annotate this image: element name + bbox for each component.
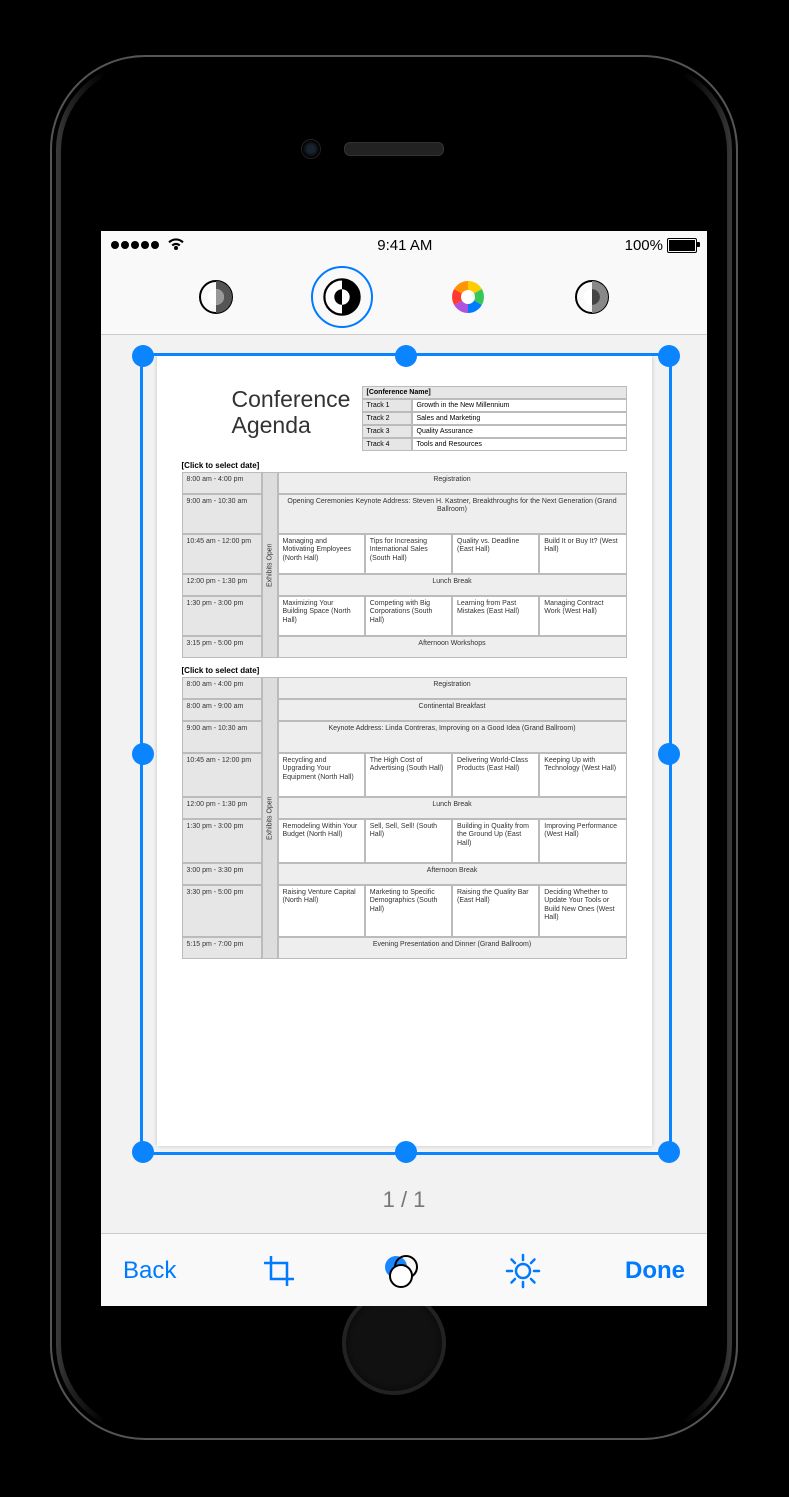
schedule-cell: Managing and Motivating Employees (North… [278,534,365,574]
schedule-cell: Learning from Past Mistakes (East Hall) [452,596,539,636]
home-button[interactable] [342,1291,446,1395]
track-key: Track 2 [362,412,412,425]
done-button[interactable]: Done [625,1257,685,1285]
schedule-cell: Evening Presentation and Dinner (Grand B… [278,937,627,959]
schedule-cell: Raising the Quality Bar (East Hall) [452,885,539,937]
time-cell: 12:00 pm - 1:30 pm [182,574,262,596]
schedule-cell: Maximizing Your Building Space (North Ha… [278,596,365,636]
scan-preview: Conference Agenda [Conference Name] Trac… [101,335,707,1167]
time-cell: 3:15 pm - 5:00 pm [182,636,262,658]
schedule-cell: Lunch Break [278,797,627,819]
schedule-cell: Afternoon Break [278,863,627,885]
schedule-cell: Lunch Break [278,574,627,596]
time-cell: 8:00 am - 9:00 am [182,699,262,721]
filter-grayscale-button[interactable] [187,268,245,326]
schedule-cell: Recycling and Upgrading Your Equipment (… [278,753,365,797]
tracks-table: [Conference Name] Track 1Growth in the N… [362,386,627,451]
status-bar: 9:41 AM 100% [101,231,707,259]
track-key: Track 3 [362,425,412,438]
day2-side: Exhibits Open [262,677,278,959]
day2-label: [Click to select date] [182,666,627,675]
schedule-cell: The High Cost of Advertising (South Hall… [365,753,452,797]
time-cell: 3:30 pm - 5:00 pm [182,885,262,937]
crop-handle-top-left[interactable] [132,345,154,367]
time-cell: 3:00 pm - 3:30 pm [182,863,262,885]
day1-side: Exhibits Open [262,472,278,658]
schedule-cell: Managing Contract Work (West Hall) [539,596,626,636]
wifi-icon [167,238,185,252]
scanned-document: Conference Agenda [Conference Name] Trac… [157,356,652,1146]
schedule-cell: Keeping Up with Technology (West Hall) [539,753,626,797]
phone-frame: 9:41 AM 100% [50,55,738,1440]
phone-speaker [344,142,444,156]
screen: 9:41 AM 100% [101,231,707,1306]
crop-handle-mid-left[interactable] [132,743,154,765]
schedule-cell: Keynote Address: Linda Contreras, Improv… [278,721,627,753]
schedule-cell: Registration [278,472,627,494]
day1-schedule: 8:00 am - 4:00 pm9:00 am - 10:30 am10:45… [182,472,627,658]
time-cell: 10:45 am - 12:00 pm [182,534,262,574]
color-filter-icon[interactable] [381,1251,421,1291]
time-cell: 8:00 am - 4:00 pm [182,472,262,494]
phone-camera [301,139,321,159]
track-key: Track 1 [362,399,412,412]
bottom-toolbar: Back Done [101,1233,707,1306]
schedule-cell: Build It or Buy It? (West Hall) [539,534,626,574]
schedule-cell: Opening Ceremonies Keynote Address: Stev… [278,494,627,534]
track-val: Tools and Resources [412,438,627,451]
crop-handle-top-right[interactable] [658,345,680,367]
schedule-cell: Raising Venture Capital (North Hall) [278,885,365,937]
track-val: Quality Assurance [412,425,627,438]
tracks-header: [Conference Name] [362,386,627,399]
schedule-cell: Improving Performance (West Hall) [539,819,626,863]
schedule-cell: Continental Breakfast [278,699,627,721]
filter-blackwhite-button[interactable] [311,266,373,328]
battery-percent: 100% [625,237,663,254]
crop-handle-bottom-right[interactable] [658,1141,680,1163]
doc-title: Conference Agenda [232,386,352,451]
time-cell: 12:00 pm - 1:30 pm [182,797,262,819]
schedule-cell: Delivering World-Class Products (East Ha… [452,753,539,797]
time-cell: 1:30 pm - 3:00 pm [182,819,262,863]
filter-photo-button[interactable] [563,268,621,326]
schedule-cell: Registration [278,677,627,699]
schedule-cell: Deciding Whether to Update Your Tools or… [539,885,626,937]
crop-handle-mid-right[interactable] [658,743,680,765]
schedule-cell: Marketing to Specific Demographics (Sout… [365,885,452,937]
filter-bar [101,259,707,335]
time-cell: 1:30 pm - 3:00 pm [182,596,262,636]
filter-color-button[interactable] [439,268,497,326]
day1-label: [Click to select date] [182,461,627,470]
signal-indicator [111,238,185,252]
schedule-cell: Tips for Increasing International Sales … [365,534,452,574]
schedule-cell: Sell, Sell, Sell! (South Hall) [365,819,452,863]
page-indicator: 1 / 1 [101,1167,707,1233]
crop-handle-bottom-left[interactable] [132,1141,154,1163]
track-val: Sales and Marketing [412,412,627,425]
schedule-cell: Competing with Big Corporations (South H… [365,596,452,636]
back-button[interactable]: Back [123,1257,176,1285]
time-cell: 10:45 am - 12:00 pm [182,753,262,797]
day2-schedule: 8:00 am - 4:00 pm8:00 am - 9:00 am9:00 a… [182,677,627,959]
time-cell: 9:00 am - 10:30 am [182,494,262,534]
schedule-cell: Afternoon Workshops [278,636,627,658]
schedule-cell: Building in Quality from the Ground Up (… [452,819,539,863]
time-cell: 9:00 am - 10:30 am [182,721,262,753]
schedule-cell: Remodeling Within Your Budget (North Hal… [278,819,365,863]
time-cell: 5:15 pm - 7:00 pm [182,937,262,959]
battery-indicator: 100% [625,237,697,254]
crop-icon[interactable] [259,1251,299,1291]
track-val: Growth in the New Millennium [412,399,627,412]
brightness-icon[interactable] [503,1251,543,1291]
status-time: 9:41 AM [377,237,432,254]
track-key: Track 4 [362,438,412,451]
time-cell: 8:00 am - 4:00 pm [182,677,262,699]
schedule-cell: Quality vs. Deadline (East Hall) [452,534,539,574]
